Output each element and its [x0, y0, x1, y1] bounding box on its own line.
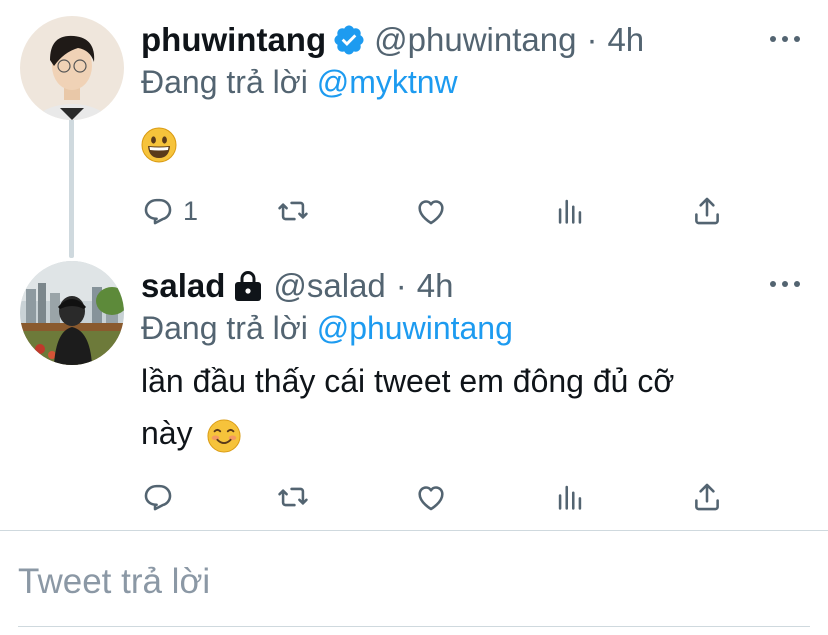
separator-dot: ·	[586, 21, 598, 58]
display-name[interactable]: salad	[141, 267, 225, 305]
timestamp[interactable]: 4h	[607, 21, 644, 59]
reply-icon	[144, 198, 172, 225]
tweet-actions: 1	[141, 191, 741, 231]
thread-connector-line	[69, 118, 74, 258]
retweet-button[interactable]	[276, 477, 310, 517]
reply-to-mention-link[interactable]: @myktnw	[317, 64, 458, 100]
tweet-text-line: lần đầu thấy cái tweet em đông đủ cỡ	[141, 363, 675, 399]
replying-to: Đang trả lời @myktnw	[141, 64, 458, 101]
retweet-icon	[278, 201, 308, 221]
divider	[0, 530, 828, 531]
reply-icon	[144, 484, 172, 511]
share-button[interactable]	[690, 191, 724, 231]
reply-input[interactable]: Tweet trả lời	[18, 552, 810, 612]
smiling-face-icon	[207, 416, 241, 453]
heart-icon	[418, 200, 444, 225]
heart-icon	[418, 486, 444, 511]
reply-button[interactable]	[141, 477, 183, 517]
display-name[interactable]: phuwintang	[141, 21, 326, 59]
retweet-icon	[278, 487, 308, 507]
analytics-button[interactable]	[553, 191, 587, 231]
avatar[interactable]	[20, 261, 124, 365]
verified-badge-icon	[332, 23, 366, 57]
share-icon	[695, 197, 719, 225]
tweet-actions	[141, 477, 741, 517]
grinning-face-icon	[141, 127, 177, 163]
replying-to-label: Đang trả lời	[141, 64, 317, 100]
reply-input-underline	[18, 626, 810, 627]
tweet-text-line: này	[141, 415, 193, 451]
reply-to-mention-link[interactable]: @phuwintang	[317, 310, 513, 346]
like-button[interactable]	[414, 191, 448, 231]
timestamp[interactable]: 4h	[417, 267, 454, 305]
replying-to-label: Đang trả lời	[141, 310, 317, 346]
lock-icon	[233, 269, 263, 303]
more-options-icon[interactable]	[770, 277, 800, 291]
reply-count: 1	[183, 195, 199, 226]
user-handle[interactable]: @salad	[273, 267, 385, 305]
separator-dot: ·	[395, 267, 407, 304]
analytics-icon	[558, 485, 582, 510]
avatar[interactable]	[20, 16, 124, 120]
share-button[interactable]	[690, 477, 724, 517]
retweet-button[interactable]	[276, 191, 310, 231]
like-button[interactable]	[414, 477, 448, 517]
tweet-text: lần đầu thấy cái tweet em đông đủ cỡ này	[141, 355, 781, 459]
reply-button[interactable]: 1	[141, 191, 198, 231]
reply-input-placeholder: Tweet trả lời	[18, 562, 211, 601]
user-handle[interactable]: @phuwintang	[374, 21, 576, 59]
analytics-button[interactable]	[553, 477, 587, 517]
analytics-icon	[558, 199, 582, 224]
replying-to: Đang trả lời @phuwintang	[141, 310, 513, 347]
tweet-header: phuwintang @phuwintang · 4h	[141, 18, 644, 62]
tweet-header: salad @salad · 4h	[141, 264, 454, 308]
share-icon	[695, 483, 719, 511]
more-options-icon[interactable]	[770, 32, 800, 46]
